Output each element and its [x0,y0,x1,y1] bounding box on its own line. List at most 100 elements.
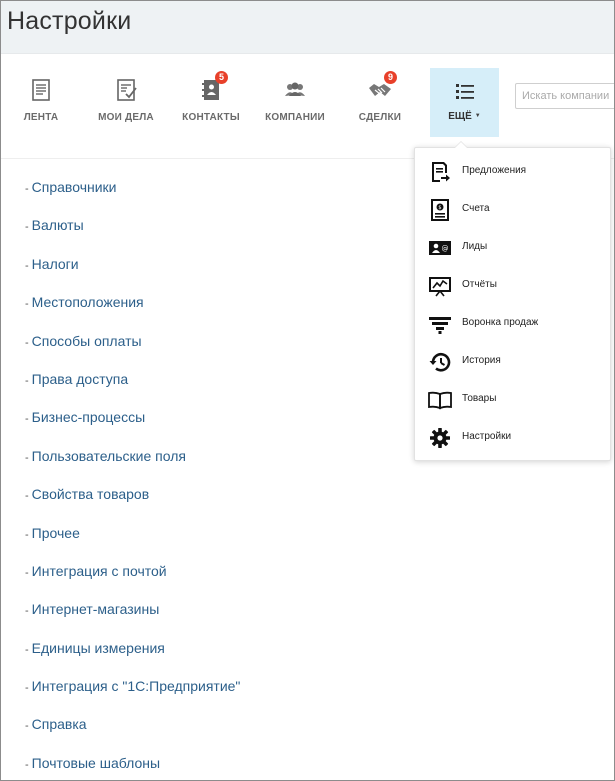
list-item: - Налоги [25,254,240,292]
settings-link[interactable]: Налоги [32,256,79,272]
toolbar-item-companies[interactable]: КОМПАНИИ [255,69,335,137]
list-dash: - [25,259,29,272]
list-dash: - [25,566,29,579]
svg-text:$: $ [438,205,441,211]
list-dash: - [25,413,29,426]
menu-item-label: Отчёты [462,279,497,290]
list-item: - Местоположения [25,292,240,330]
settings-link[interactable]: Местоположения [32,294,144,310]
toolbar-item-feed[interactable]: ЛЕНТА [1,69,81,137]
page-title: Настройки [7,7,132,35]
list-item: - Пользовательские поля [25,446,240,484]
settings-link[interactable]: Валюты [32,217,84,233]
settings-link[interactable]: Права доступа [32,371,128,387]
list-item: - Права доступа [25,369,240,407]
menu-item-label: Счета [462,203,490,214]
contacts-badge: 5 [215,71,228,84]
invoice-icon: $ [428,198,452,222]
list-dash: - [25,758,29,771]
list-dash: - [25,528,29,541]
funnel-icon [428,312,452,336]
settings-link[interactable]: Свойства товаров [32,486,149,502]
settings-link[interactable]: Интеграция с "1С:Предприятие" [32,678,241,694]
list-item: - Интеграция с почтой [25,561,240,599]
search-input[interactable] [515,83,614,109]
list-dash: - [25,490,29,503]
settings-link[interactable]: Пользовательские поля [32,448,186,464]
toolbar-label: ЕЩЁ [448,111,472,122]
settings-list: - Справочники - Валюты - Налоги - Местополож… [25,177,240,780]
list-item: - Способы оплаты [25,331,240,369]
settings-link[interactable]: Бизнес-процессы [32,409,145,425]
settings-icon [428,426,452,450]
menu-item-label: Лиды [462,241,488,252]
menu-item-products[interactable]: Товары [415,381,610,419]
toolbar-item-more[interactable]: ЕЩЁ ▼ [430,68,499,137]
settings-link[interactable]: Способы оплаты [32,333,142,349]
toolbar-item-contacts[interactable]: 5 КОНТАКТЫ [171,69,251,137]
toolbar-label: КОМПАНИИ [265,112,325,123]
history-icon [428,350,452,374]
toolbar-label: МОИ ДЕЛА [98,112,154,123]
settings-link[interactable]: Единицы измерения [32,640,165,656]
menu-item-label: Товары [462,393,497,404]
menu-item-history[interactable]: История [415,343,610,381]
settings-link[interactable]: Почтовые шаблоны [32,755,160,771]
window-frame: Настройки ЛЕНТА МОИ ДЕЛА 5 КОНТАКТЫ КОМП… [0,0,615,781]
list-item: - Бизнес-процессы [25,407,240,445]
toolbar-item-deals[interactable]: 9 СДЕЛКИ [340,69,420,137]
more-label-wrap: ЕЩЁ ▼ [430,111,499,122]
list-dash: - [25,183,29,195]
toolbar-label: КОНТАКТЫ [182,112,240,123]
list-item: - Интеграция с "1С:Предприятие" [25,676,240,714]
settings-link[interactable]: Интеграция с почтой [32,563,167,579]
list-item: - Почтовые шаблоны [25,753,240,780]
list-dash: - [25,643,29,656]
menu-item-label: История [462,355,501,366]
more-dropdown-menu: Предложения $ Счета @ Лиды Отчёты Воронк… [414,141,611,461]
list-item: - Интернет-магазины [25,599,240,637]
settings-link[interactable]: Интернет-магазины [32,601,160,617]
leads-icon: @ [428,236,452,260]
list-item: - Справка [25,714,240,752]
list-dash: - [25,682,29,695]
menu-item-label: Предложения [462,165,527,176]
menu-item-settings[interactable]: Настройки [415,419,610,457]
svg-text:@: @ [442,245,449,253]
tasks-icon [113,77,139,103]
title-bar: Настройки [1,1,614,54]
crm-toolbar: ЛЕНТА МОИ ДЕЛА 5 КОНТАКТЫ КОМПАНИИ 9 СДЕ… [1,55,614,159]
toolbar-label: ЛЕНТА [23,112,59,123]
feed-icon [28,77,54,103]
products-icon [428,388,452,412]
list-item: - Прочее [25,523,240,561]
list-dash: - [25,221,29,234]
menu-item-leads[interactable]: @ Лиды [415,229,610,267]
list-dash: - [25,605,29,618]
menu-item-label: Настройки [462,431,512,442]
list-item: - Единицы измерения [25,638,240,676]
menu-item-reports[interactable]: Отчёты [415,267,610,305]
toolbar-label: СДЕЛКИ [358,112,402,123]
offer-icon [428,160,452,184]
list-item: - Справочники [25,177,240,215]
list-item: - Свойства товаров [25,484,240,522]
toolbar-item-my-tasks[interactable]: МОИ ДЕЛА [86,69,166,137]
menu-item-offers[interactable]: Предложения [415,153,610,191]
list-icon [453,80,477,104]
list-item: - Валюты [25,215,240,253]
list-dash: - [25,298,29,311]
list-dash: - [25,336,29,349]
list-dash: - [25,451,29,464]
list-dash: - [25,374,29,387]
settings-link[interactable]: Справка [32,716,87,732]
chevron-down-icon: ▼ [474,113,481,119]
menu-item-sales-funnel[interactable]: Воронка продаж [415,305,610,343]
menu-item-invoices[interactable]: $ Счета [415,191,610,229]
settings-link[interactable]: Справочники [32,179,117,195]
deals-badge: 9 [384,71,397,84]
settings-link[interactable]: Прочее [32,525,80,541]
companies-icon [282,77,308,103]
menu-item-label: Воронка продаж [462,317,539,328]
reports-icon [428,274,452,298]
